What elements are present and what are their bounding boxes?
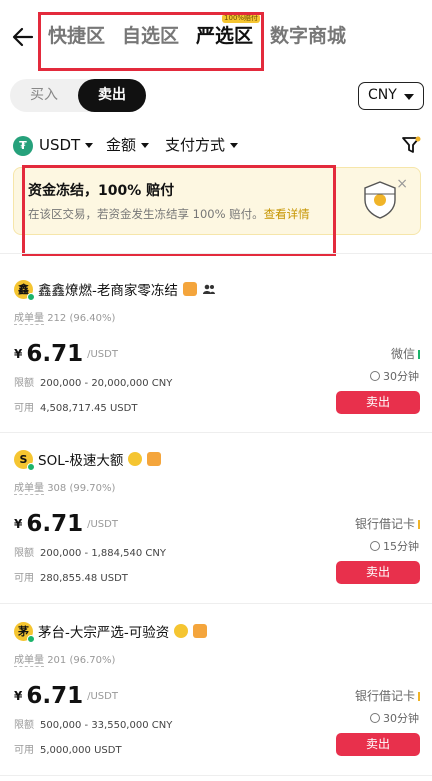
verified-badge-icon [182,282,197,296]
order-stats: 成单量 308 (99.70%) [14,483,116,495]
sell-button[interactable]: 卖出 [336,733,420,756]
available-amount: 可用 4,508,717.45 USDT [14,403,138,414]
payment-color-bar [418,520,420,529]
close-icon[interactable]: × [396,176,408,192]
available-amount: 可用 5,000,000 USDT [14,745,122,756]
payment-method: 银行借记卡 [355,515,420,532]
payment-color-bar [418,350,420,359]
highlight-box [38,12,264,71]
users-icon [202,284,215,294]
merchant-info[interactable]: S SOL-极速大额 [14,449,162,471]
avatar: 茅 [14,621,35,643]
online-dot-icon [27,292,35,301]
currency-select[interactable]: CNY [358,82,424,110]
filter-bar: ₮ USDT 金额 支付方式 [13,133,423,157]
online-dot-icon [27,634,35,643]
merchant-name: 茅台-大宗严选-可验资 [38,625,170,641]
sell-button[interactable]: 卖出 [336,561,420,584]
order-stats: 成单量 212 (96.40%) [14,313,116,325]
price: ¥6.71/USDT [14,511,118,537]
chevron-down-icon [141,143,150,148]
price: ¥6.71/USDT [14,683,118,709]
amount-filter-label: 金额 [106,136,137,154]
coin-filter-label: USDT [39,136,81,154]
divider [0,253,432,254]
merchant-info[interactable]: 鑫 鑫鑫燎燃-老商家零冻结 [14,279,216,301]
payment-time: 30分钟 [370,368,419,384]
merchant-name: SOL-极速大额 [38,453,124,469]
avatar: S [14,449,35,471]
payment-filter[interactable]: 支付方式 [165,133,239,157]
gold-badge-icon [128,452,143,466]
merchant-info[interactable]: 茅 茅台-大宗严选-可验资 [14,621,208,643]
currency-value: CNY [368,87,397,103]
order-stats: 成单量 201 (96.70%) [14,655,116,667]
payment-method: 微信 [391,345,420,362]
listing-card: S SOL-极速大额 成单量 308 (99.70%) ¥6.71/USDT 限… [0,449,432,619]
available-amount: 可用 280,855.48 USDT [14,573,128,584]
price: ¥6.71/USDT [14,341,118,367]
chevron-down-icon [230,143,239,148]
highlight-box [22,165,336,256]
chevron-down-icon [85,143,94,148]
merchant-name: 鑫鑫燎燃-老商家零冻结 [38,283,178,299]
payment-time: 15分钟 [370,538,419,554]
filter-icon[interactable] [401,135,421,155]
back-arrow-icon[interactable] [10,24,36,50]
payment-method: 银行借记卡 [355,687,420,704]
divider [0,432,432,433]
online-dot-icon [27,462,35,471]
payment-color-bar [418,692,420,701]
clock-icon [370,371,380,381]
limit-range: 限额 500,000 - 33,550,000 CNY [14,720,173,731]
listing-card: 鑫 鑫鑫燎燃-老商家零冻结 成单量 212 (96.40%) ¥6.71/USD… [0,279,432,449]
top-header: 快捷区 自选区 严选区 100%赔付 数字商城 [0,0,432,72]
payment-filter-label: 支付方式 [165,136,226,154]
limit-range: 限额 200,000 - 20,000,000 CNY [14,378,173,389]
sell-button[interactable]: 卖出 [336,391,420,414]
payment-time: 30分钟 [370,710,419,726]
divider [0,775,432,776]
listing-card: 茅 茅台-大宗严选-可验资 成单量 201 (96.70%) ¥6.71/USD… [0,621,432,781]
coin-filter[interactable]: ₮ USDT [13,133,94,157]
chevron-down-icon [404,94,414,100]
trade-toggle: 买入 卖出 [10,79,146,112]
gold-badge-icon [174,624,189,638]
sell-toggle[interactable]: 卖出 [78,79,146,112]
clock-icon [370,541,380,551]
amount-filter[interactable]: 金额 [106,133,150,157]
divider [0,603,432,604]
verified-badge-icon [147,452,162,466]
clock-icon [370,713,380,723]
usdt-icon: ₮ [13,135,33,156]
tab-digital-mall[interactable]: 数字商城 [270,22,346,50]
limit-range: 限额 200,000 - 1,884,540 CNY [14,548,166,559]
shield-icon [364,181,396,219]
buy-toggle[interactable]: 买入 [10,79,78,112]
verified-badge-icon [193,624,208,638]
avatar: 鑫 [14,279,35,301]
